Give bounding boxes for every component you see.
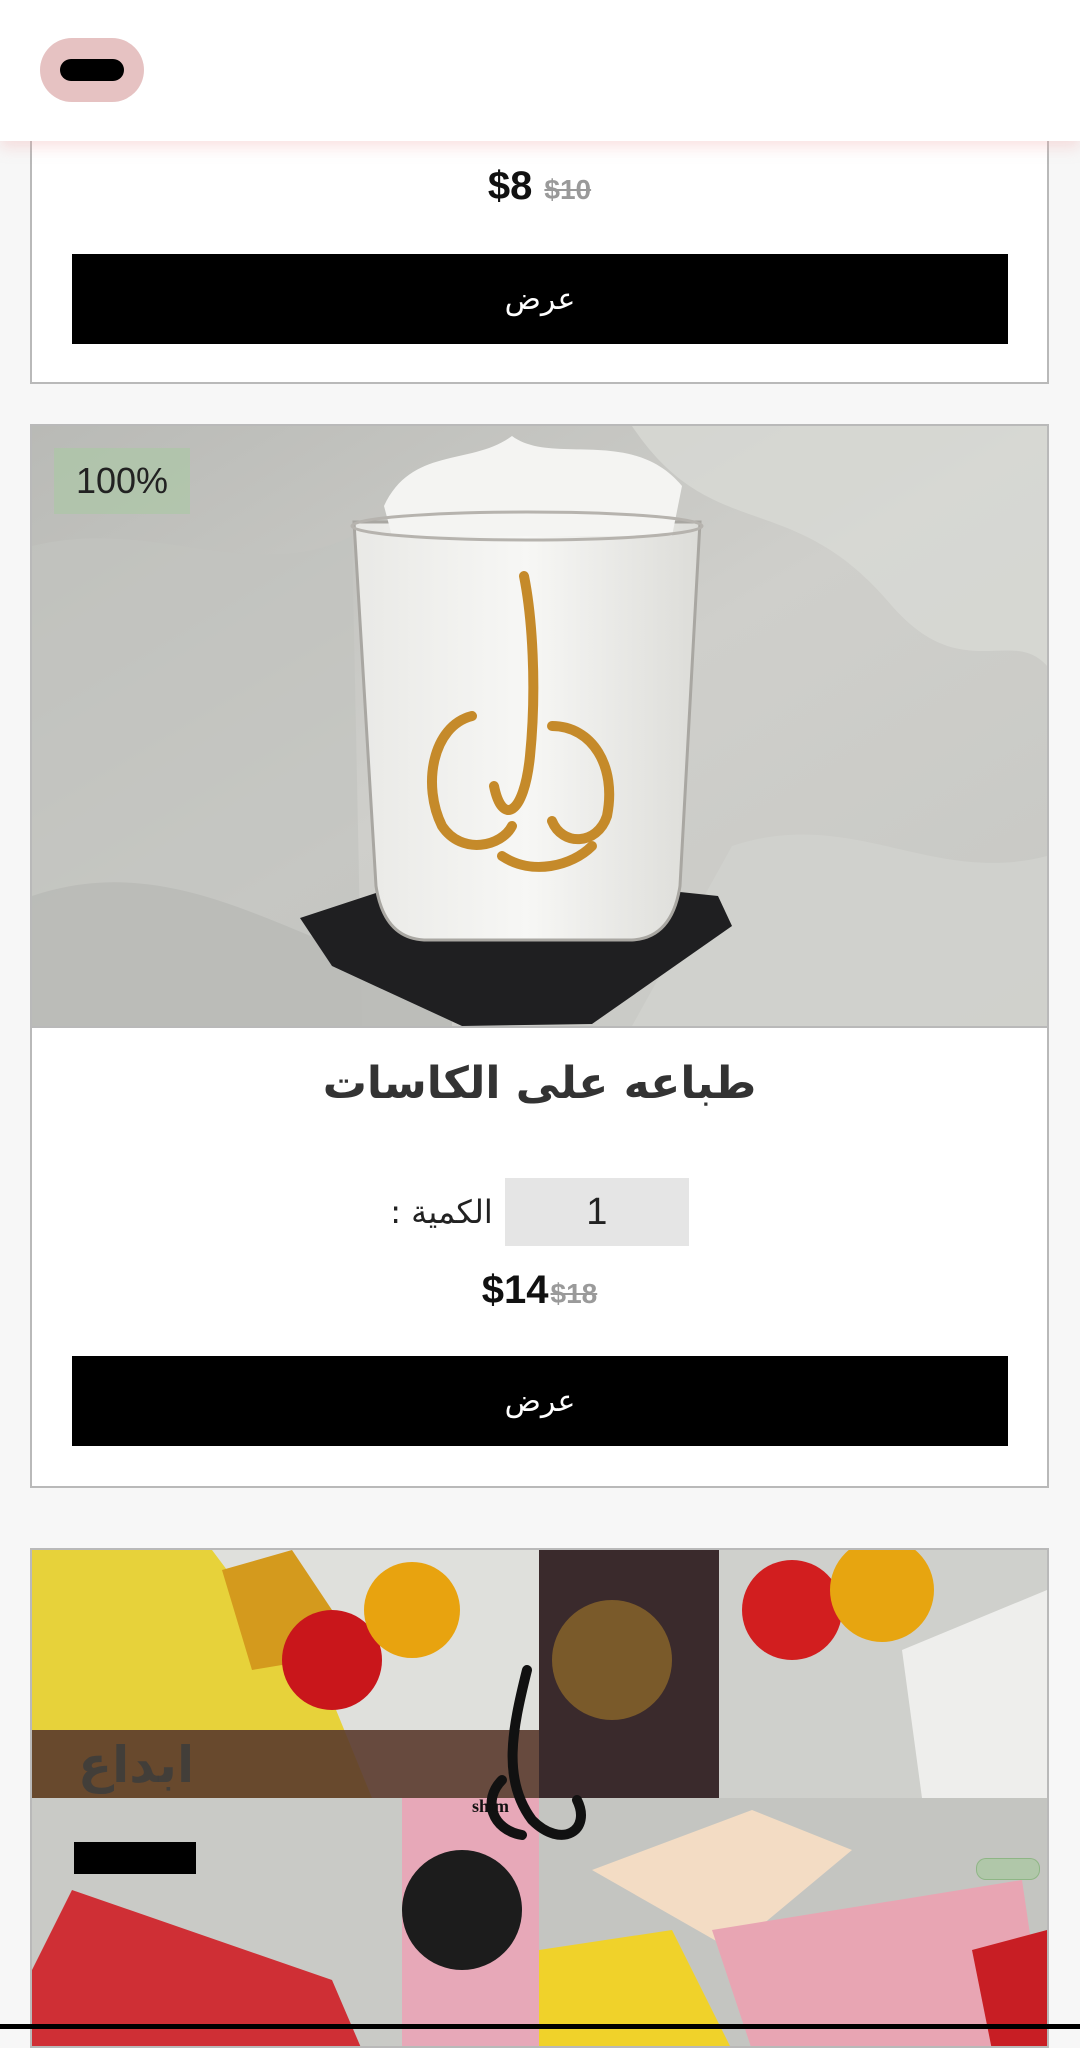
logo-text: shim — [472, 1796, 510, 1816]
price-row: $8 $10 — [32, 164, 1047, 209]
bottom-edge — [0, 2024, 1080, 2029]
product-collage-image[interactable]: ابداع shim — [32, 1550, 1047, 2046]
product-image[interactable]: 100% — [32, 426, 1047, 1028]
discount-badge: 100% — [54, 448, 190, 514]
quantity-input[interactable] — [504, 1178, 689, 1246]
collage-button[interactable] — [74, 1842, 196, 1874]
current-price: $8 — [487, 164, 533, 208]
current-price: $14 — [481, 1268, 549, 1312]
old-price: $18 — [550, 1278, 598, 1309]
menu-icon — [60, 59, 124, 81]
product-card: 100% طباعه على الكاسات : الكمية $14 $18 … — [30, 424, 1049, 1488]
view-button[interactable]: عرض — [72, 254, 1008, 344]
quantity-label: : الكمية — [390, 1193, 493, 1231]
old-price: $10 — [544, 174, 592, 205]
collage-indicator[interactable] — [976, 1858, 1040, 1880]
quantity-row: : الكمية — [32, 1178, 1047, 1246]
menu-toggle-button[interactable] — [40, 38, 144, 102]
price-row: $14 $18 — [32, 1268, 1047, 1313]
collage-text: ابداع — [78, 1736, 195, 1794]
top-header — [0, 0, 1080, 141]
product-title: طباعه على الكاسات — [322, 1058, 757, 1109]
product-card: $8 $10 عرض — [30, 100, 1049, 384]
product-card: ابداع shim — [30, 1548, 1049, 2048]
view-button[interactable]: عرض — [72, 1356, 1008, 1446]
